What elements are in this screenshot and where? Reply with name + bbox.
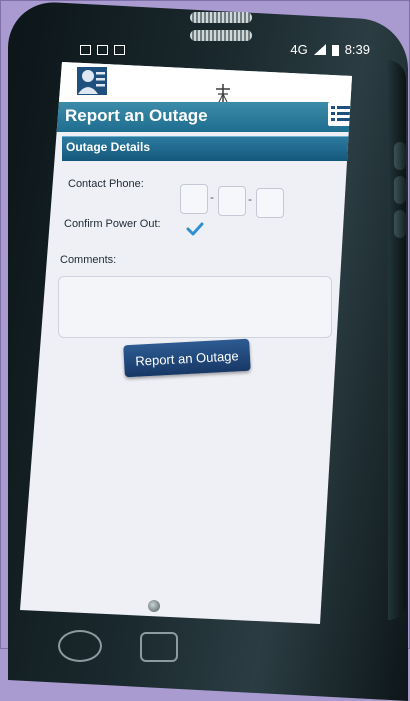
report-outage-button[interactable]: Report an Outage bbox=[123, 338, 251, 378]
phone-dash-2: - bbox=[248, 192, 252, 206]
side-button-3 bbox=[394, 210, 406, 238]
download-notification-icon bbox=[114, 45, 125, 55]
phone-dash-1: - bbox=[210, 190, 214, 204]
signal-icon bbox=[313, 44, 326, 55]
section-title: Outage Details bbox=[66, 140, 151, 154]
speaker-grill-top bbox=[190, 12, 252, 23]
network-type: 4G bbox=[290, 42, 308, 57]
status-bar: 4G 8:39 bbox=[64, 40, 374, 64]
comments-label: Comments: bbox=[60, 254, 117, 266]
power-out-checkmark-icon[interactable] bbox=[186, 222, 204, 236]
side-button-1 bbox=[394, 142, 406, 170]
phone-area-code-input[interactable] bbox=[180, 184, 208, 214]
home-button[interactable] bbox=[148, 600, 160, 612]
app-screen: Report an Outage Outage Details Contact … bbox=[20, 62, 352, 624]
side-button-2 bbox=[394, 176, 406, 204]
phone-line-number-input[interactable] bbox=[256, 188, 284, 218]
contact-phone-label: Contact Phone: bbox=[68, 178, 144, 190]
battery-icon bbox=[331, 44, 339, 56]
notification-icons bbox=[80, 45, 125, 55]
comments-textarea[interactable] bbox=[58, 276, 332, 338]
clock: 8:39 bbox=[344, 42, 370, 57]
account-profile-icon[interactable] bbox=[77, 67, 107, 95]
back-button-icon[interactable] bbox=[58, 630, 102, 662]
status-indicators: 4G 8:39 bbox=[290, 42, 370, 57]
phone-prefix-input[interactable] bbox=[218, 186, 246, 216]
page-title: Report an Outage bbox=[65, 106, 208, 125]
mail-notification-icon bbox=[97, 45, 108, 55]
image-notification-icon bbox=[80, 45, 91, 55]
home-nav-icon[interactable] bbox=[140, 632, 178, 662]
confirm-power-out-label: Confirm Power Out: bbox=[64, 218, 161, 230]
